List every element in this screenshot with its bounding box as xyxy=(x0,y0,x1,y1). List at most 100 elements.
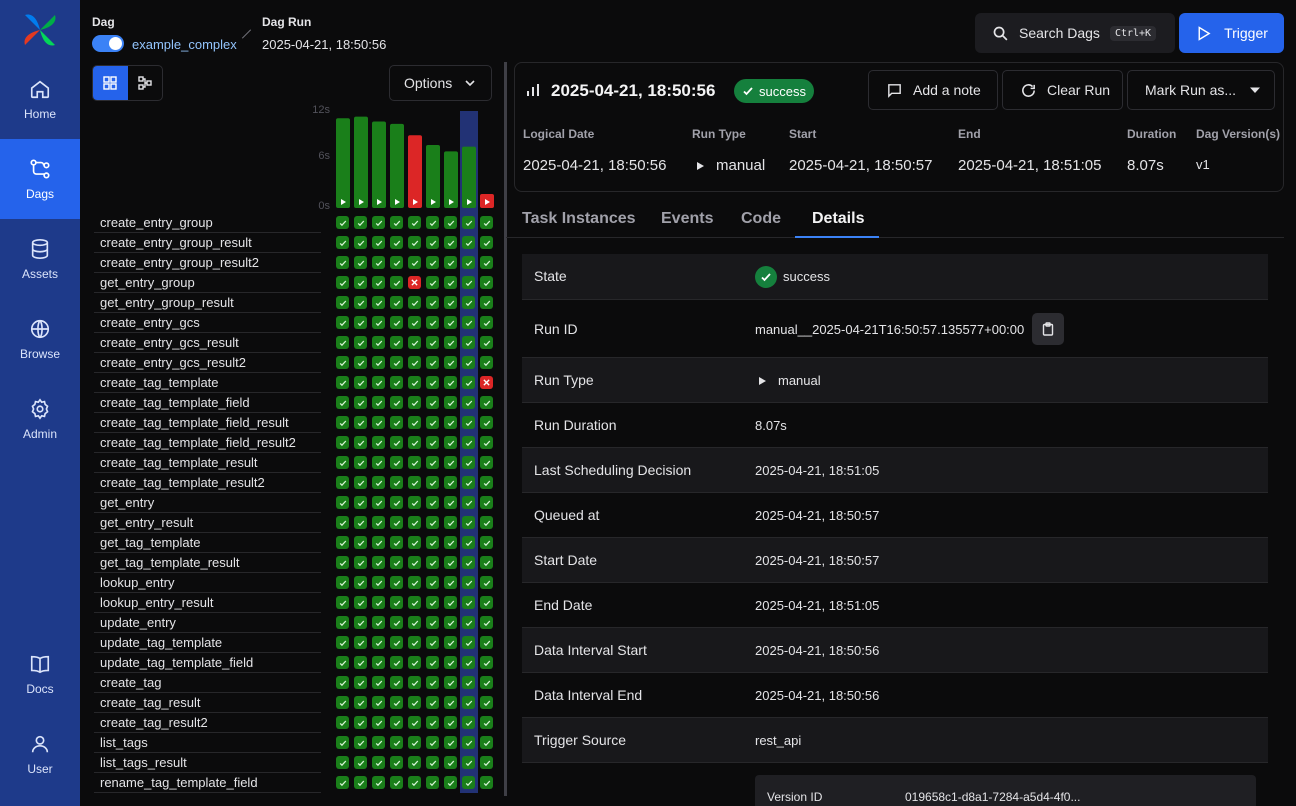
task-instance-success[interactable] xyxy=(462,656,475,669)
task-instance-success[interactable] xyxy=(354,636,367,649)
task-instance-success[interactable] xyxy=(390,296,403,309)
task-instance-success[interactable] xyxy=(354,356,367,369)
task-instance-success[interactable] xyxy=(372,436,385,449)
task-instance-success[interactable] xyxy=(444,756,457,769)
task-instance-success[interactable] xyxy=(444,396,457,409)
task-instance-success[interactable] xyxy=(480,596,493,609)
task-instance-success[interactable] xyxy=(354,736,367,749)
task-instance-success[interactable] xyxy=(354,496,367,509)
task-instance-success[interactable] xyxy=(462,616,475,629)
task-instance-success[interactable] xyxy=(408,636,421,649)
task-instance-success[interactable] xyxy=(390,736,403,749)
task-row-label[interactable]: create_entry_gcs xyxy=(94,313,321,333)
task-instance-success[interactable] xyxy=(426,776,439,789)
task-instance-success[interactable] xyxy=(336,676,349,689)
task-instance-success[interactable] xyxy=(426,656,439,669)
task-instance-success[interactable] xyxy=(336,396,349,409)
task-instance-success[interactable] xyxy=(354,376,367,389)
task-instance-success[interactable] xyxy=(426,456,439,469)
task-instance-success[interactable] xyxy=(462,736,475,749)
task-instance-success[interactable] xyxy=(336,776,349,789)
task-instance-success[interactable] xyxy=(336,336,349,349)
task-instance-success[interactable] xyxy=(336,556,349,569)
task-instance-success[interactable] xyxy=(408,376,421,389)
task-instance-success[interactable] xyxy=(444,676,457,689)
task-instance-success[interactable] xyxy=(426,516,439,529)
task-instance-success[interactable] xyxy=(462,776,475,789)
task-instance-success[interactable] xyxy=(426,216,439,229)
task-instance-success[interactable] xyxy=(336,436,349,449)
task-instance-success[interactable] xyxy=(336,576,349,589)
task-instance-success[interactable] xyxy=(462,416,475,429)
task-instance-success[interactable] xyxy=(372,276,385,289)
task-instance-success[interactable] xyxy=(444,216,457,229)
task-instance-success[interactable] xyxy=(462,516,475,529)
task-instance-success[interactable] xyxy=(408,436,421,449)
panel-resize-handle[interactable] xyxy=(504,62,507,796)
task-instance-success[interactable] xyxy=(390,276,403,289)
task-instance-success[interactable] xyxy=(480,636,493,649)
task-instance-success[interactable] xyxy=(462,676,475,689)
task-row-label[interactable]: get_entry_result xyxy=(94,513,321,533)
run-bar[interactable] xyxy=(426,144,440,208)
task-instance-success[interactable] xyxy=(336,216,349,229)
task-instance-success[interactable] xyxy=(408,596,421,609)
task-instance-success[interactable] xyxy=(444,236,457,249)
task-instance-success[interactable] xyxy=(390,416,403,429)
task-instance-success[interactable] xyxy=(426,236,439,249)
task-instance-success[interactable] xyxy=(372,716,385,729)
task-instance-success[interactable] xyxy=(408,216,421,229)
task-instance-success[interactable] xyxy=(426,276,439,289)
task-instance-success[interactable] xyxy=(480,416,493,429)
nav-assets[interactable]: Assets xyxy=(0,219,80,299)
task-row-label[interactable]: create_tag_template_field xyxy=(94,393,321,413)
task-instance-success[interactable] xyxy=(336,316,349,329)
task-instance-success[interactable] xyxy=(480,436,493,449)
task-instance-success[interactable] xyxy=(372,456,385,469)
task-instance-success[interactable] xyxy=(390,496,403,509)
task-instance-success[interactable] xyxy=(426,376,439,389)
task-instance-success[interactable] xyxy=(462,336,475,349)
task-instance-success[interactable] xyxy=(354,556,367,569)
task-instance-failed[interactable] xyxy=(480,376,493,389)
task-instance-success[interactable] xyxy=(480,556,493,569)
task-instance-success[interactable] xyxy=(336,456,349,469)
trigger-button[interactable]: Trigger xyxy=(1179,13,1284,53)
task-instance-success[interactable] xyxy=(426,496,439,509)
task-instance-success[interactable] xyxy=(462,276,475,289)
task-instance-success[interactable] xyxy=(444,476,457,489)
task-instance-success[interactable] xyxy=(336,376,349,389)
task-instance-success[interactable] xyxy=(426,676,439,689)
task-instance-success[interactable] xyxy=(354,296,367,309)
task-instance-success[interactable] xyxy=(480,616,493,629)
task-instance-success[interactable] xyxy=(480,736,493,749)
task-instance-success[interactable] xyxy=(444,736,457,749)
task-instance-success[interactable] xyxy=(354,476,367,489)
task-instance-success[interactable] xyxy=(426,396,439,409)
task-instance-success[interactable] xyxy=(336,496,349,509)
task-instance-success[interactable] xyxy=(480,456,493,469)
task-instance-success[interactable] xyxy=(426,736,439,749)
task-instance-success[interactable] xyxy=(390,516,403,529)
task-instance-success[interactable] xyxy=(444,696,457,709)
task-instance-success[interactable] xyxy=(480,656,493,669)
task-instance-success[interactable] xyxy=(408,576,421,589)
task-instance-success[interactable] xyxy=(462,256,475,269)
task-row-label[interactable]: list_tags_result xyxy=(94,753,321,773)
task-instance-success[interactable] xyxy=(390,456,403,469)
task-instance-success[interactable] xyxy=(426,756,439,769)
task-instance-success[interactable] xyxy=(408,696,421,709)
task-instance-success[interactable] xyxy=(426,316,439,329)
task-instance-success[interactable] xyxy=(390,376,403,389)
task-row-label[interactable]: lookup_entry xyxy=(94,573,321,593)
task-instance-success[interactable] xyxy=(408,316,421,329)
task-row-label[interactable]: create_tag_template_result xyxy=(94,453,321,473)
task-instance-success[interactable] xyxy=(480,676,493,689)
task-instance-success[interactable] xyxy=(480,296,493,309)
task-instance-success[interactable] xyxy=(372,376,385,389)
task-instance-success[interactable] xyxy=(390,236,403,249)
task-instance-success[interactable] xyxy=(390,676,403,689)
task-instance-success[interactable] xyxy=(336,236,349,249)
task-instance-success[interactable] xyxy=(372,696,385,709)
task-instance-success[interactable] xyxy=(372,256,385,269)
